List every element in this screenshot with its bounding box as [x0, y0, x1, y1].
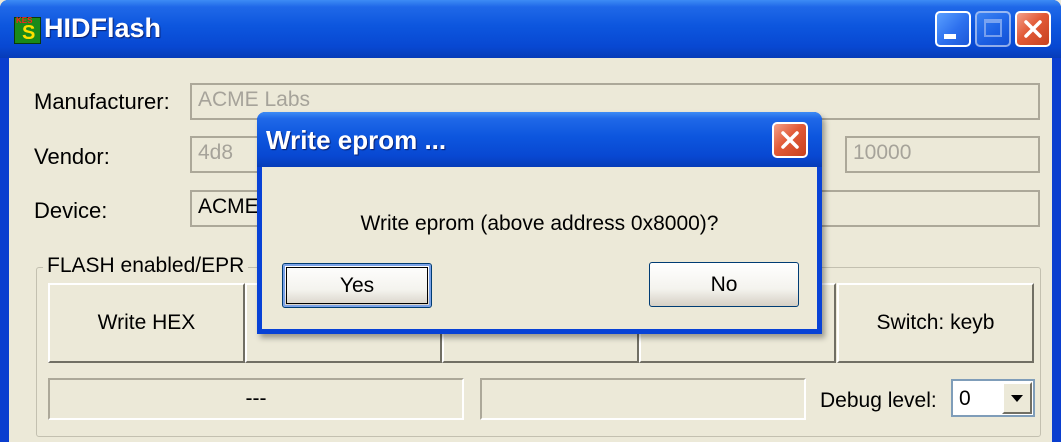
- main-titlebar[interactable]: KES S HIDFlash: [0, 0, 1061, 58]
- device-label: Device:: [34, 198, 108, 223]
- product-field[interactable]: 10000: [845, 136, 1040, 173]
- manufacturer-label: Manufacturer:: [34, 89, 170, 114]
- dialog-close-button[interactable]: [772, 122, 808, 158]
- dialog-title: Write eprom ...: [266, 125, 447, 155]
- main-window-title: HIDFlash: [44, 13, 162, 43]
- chevron-down-icon: [1011, 395, 1023, 402]
- minimize-icon: [944, 34, 956, 39]
- dialog-client-area: Write eprom (above address 0x8000)? Yes …: [262, 167, 817, 329]
- maximize-button[interactable]: [975, 11, 1011, 47]
- debug-level-value: 0: [959, 387, 971, 410]
- status-panel-right: [480, 378, 806, 420]
- yes-button[interactable]: Yes: [282, 263, 432, 308]
- close-button[interactable]: [1015, 11, 1051, 47]
- debug-level-select[interactable]: 0: [951, 379, 1035, 417]
- maximize-icon: [984, 19, 1002, 37]
- close-icon: [1024, 20, 1042, 38]
- app-icon-letter: S: [22, 22, 36, 44]
- flash-group-legend: FLASH enabled/EPR: [43, 254, 249, 278]
- write-hex-button[interactable]: Write HEX: [48, 283, 245, 363]
- vendor-label: Vendor:: [34, 144, 110, 169]
- status-panel-left: ---: [48, 378, 464, 420]
- switch-keyb-button[interactable]: Switch: keyb: [837, 283, 1034, 363]
- write-eprom-dialog: Write eprom ... Write eprom (above addre…: [257, 112, 822, 334]
- close-icon: [781, 131, 799, 149]
- dialog-titlebar[interactable]: Write eprom ...: [257, 112, 822, 167]
- minimize-button[interactable]: [935, 11, 971, 47]
- app-icon[interactable]: KES S: [14, 16, 41, 44]
- no-button[interactable]: No: [649, 262, 799, 307]
- dialog-message: Write eprom (above address 0x8000)?: [360, 212, 719, 235]
- debug-level-label: Debug level:: [820, 389, 937, 412]
- debug-level-dropdown-button[interactable]: [1002, 382, 1032, 414]
